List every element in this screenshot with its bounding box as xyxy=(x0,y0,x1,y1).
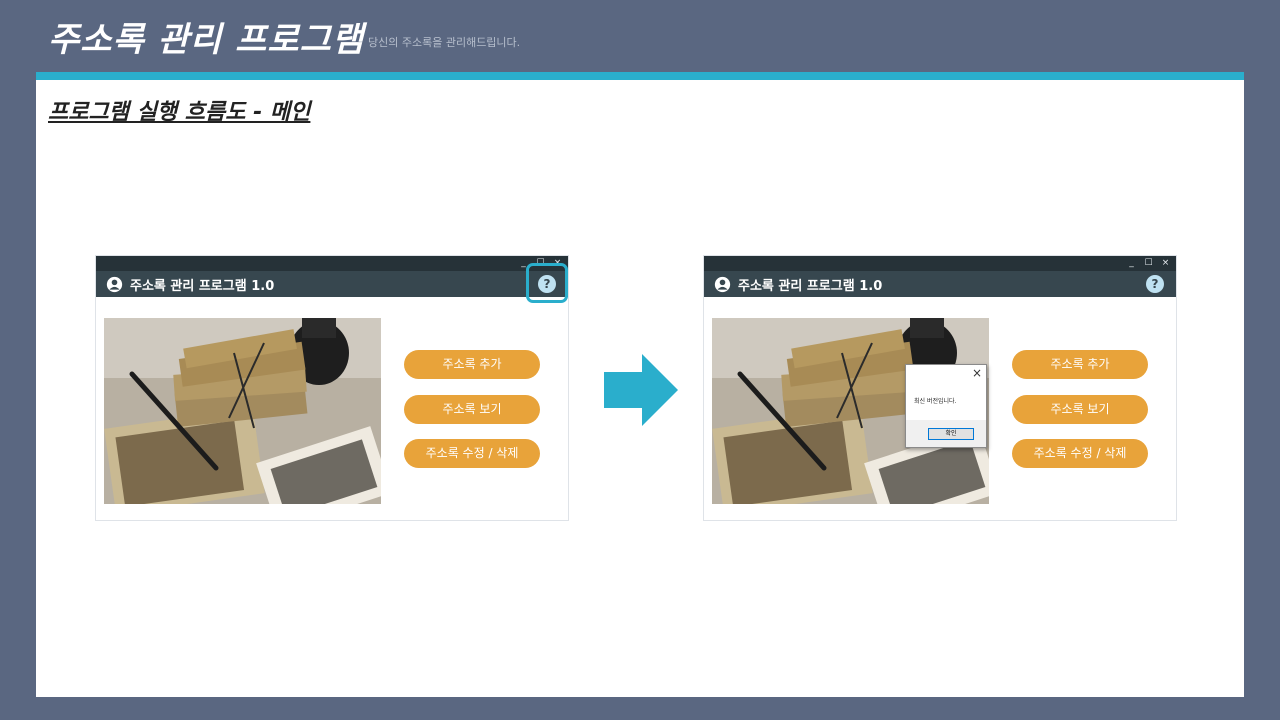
app-titlebar: 주소록 관리 프로그램 1.0 ? xyxy=(96,271,568,297)
section-heading: 프로그램 실행 흐름도 - 메인 xyxy=(48,100,311,125)
minimize-button[interactable]: _ xyxy=(1127,257,1136,269)
view-contacts-button[interactable]: 주소록 보기 xyxy=(404,395,540,424)
maximize-button[interactable]: ☐ xyxy=(1144,257,1153,269)
app-window-after: _ ☐ × 주소록 관리 프로그램 1.0 ? × 최신 버전입니다. 확인 주… xyxy=(703,255,1177,521)
help-button-highlight xyxy=(526,263,568,303)
edit-delete-contact-button[interactable]: 주소록 수정 / 삭제 xyxy=(404,439,540,468)
window-chrome: _ ☐ × xyxy=(704,256,1176,271)
letters-photo xyxy=(104,318,381,504)
help-button[interactable]: ? xyxy=(1146,275,1164,293)
app-window-before: _ ☐ × 주소록 관리 프로그램 1.0 ? 주소록 추가 주소록 보기 주소… xyxy=(95,255,569,521)
app-title: 주소록 관리 프로그램 1.0 xyxy=(130,279,275,294)
dialog-ok-button[interactable]: 확인 xyxy=(928,428,974,440)
window-chrome: _ ☐ × xyxy=(96,256,568,271)
add-contact-button[interactable]: 주소록 추가 xyxy=(404,350,540,379)
dialog-close-icon[interactable]: × xyxy=(972,366,982,380)
user-circle-icon xyxy=(714,276,731,293)
view-contacts-button[interactable]: 주소록 보기 xyxy=(1012,395,1148,424)
dialog-footer: 확인 xyxy=(906,420,986,447)
app-title: 주소록 관리 프로그램 1.0 xyxy=(738,279,883,294)
slide-subtitle: 당신의 주소록을 관리해드립니다. xyxy=(368,36,521,49)
close-button[interactable]: × xyxy=(1161,257,1170,269)
slide-content: 프로그램 실행 흐름도 - 메인 _ ☐ × 주소록 관리 프로그램 1.0 ? xyxy=(36,80,1244,697)
user-circle-icon xyxy=(106,276,123,293)
accent-bar xyxy=(36,72,1244,80)
slide-title: 주소록 관리 프로그램 xyxy=(48,20,365,60)
dialog-message: 최신 버전입니다. xyxy=(914,398,957,405)
version-dialog: × 최신 버전입니다. 확인 xyxy=(905,364,987,448)
edit-delete-contact-button[interactable]: 주소록 수정 / 삭제 xyxy=(1012,439,1148,468)
right-arrow-icon xyxy=(604,354,678,426)
app-titlebar: 주소록 관리 프로그램 1.0 ? xyxy=(704,271,1176,297)
add-contact-button[interactable]: 주소록 추가 xyxy=(1012,350,1148,379)
